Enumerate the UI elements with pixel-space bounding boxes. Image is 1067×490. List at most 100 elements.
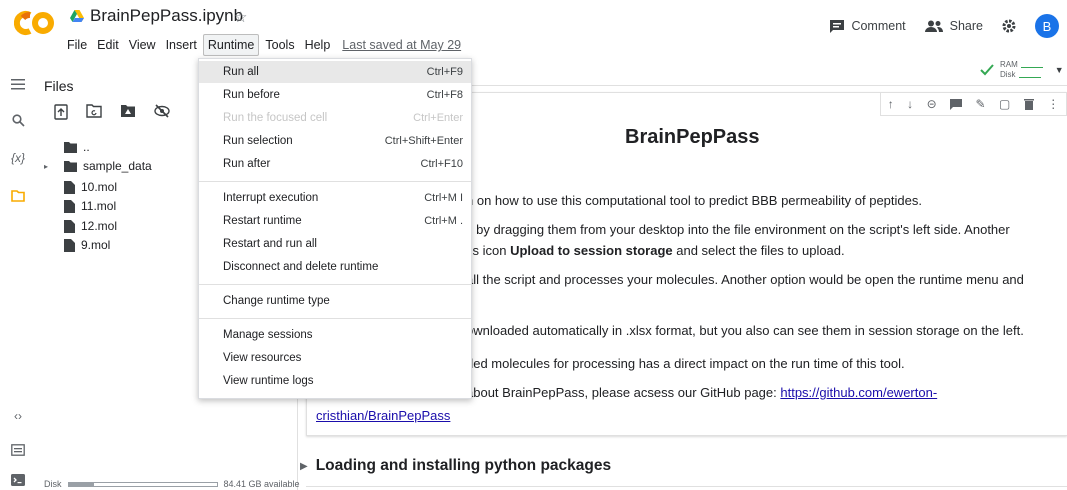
file-item-12mol[interactable]: 12.mol (64, 219, 117, 233)
drive-icon (70, 10, 84, 22)
refresh-folder-icon[interactable] (86, 104, 102, 120)
edit-icon[interactable]: ✎ (976, 97, 986, 111)
menu-shortcut: Ctrl+F10 (420, 158, 464, 170)
last-saved-link[interactable]: Last saved at May 29 (342, 38, 461, 52)
menu-insert[interactable]: Insert (162, 35, 201, 55)
mirror-cell-icon[interactable]: ▢ (999, 97, 1010, 111)
disk-label-top: Disk (1000, 70, 1016, 79)
check-icon (980, 64, 994, 76)
menu-tools[interactable]: Tools (261, 35, 298, 55)
comment-button[interactable]: Comment (829, 19, 906, 33)
people-icon (924, 20, 944, 32)
menu-help[interactable]: Help (301, 35, 335, 55)
avatar[interactable]: B (1035, 14, 1059, 38)
star-icon[interactable]: ☆ (234, 8, 247, 26)
hide-files-icon[interactable] (154, 104, 170, 120)
file-icon (64, 199, 75, 213)
folder-up-icon (64, 141, 77, 153)
menu-restart-runtime[interactable]: Restart runtime Ctrl+M . (199, 210, 471, 232)
share-button[interactable]: Share (924, 19, 983, 33)
instruction-line-6: ded molecules for processing has a direc… (466, 356, 905, 371)
file-item-parent[interactable]: .. (64, 140, 90, 154)
menu-label: View runtime logs (223, 375, 314, 387)
dropdown-arrow-icon[interactable]: ▼ (1055, 65, 1064, 75)
move-down-icon[interactable]: ↓ (907, 97, 913, 111)
menu-runtime[interactable]: Runtime (202, 34, 260, 56)
disk-usage-fill (68, 482, 94, 486)
notebook-title-text: BrainPepPass.ipynb (90, 6, 244, 25)
menu-manage-sessions[interactable]: Manage sessions (199, 324, 471, 346)
file-item-11mol[interactable]: 11.mol (64, 199, 116, 213)
chevron-right-icon[interactable]: ▸ (44, 162, 58, 171)
menu-disconnect-delete-runtime[interactable]: Disconnect and delete runtime (199, 256, 471, 278)
menu-label: View resources (223, 352, 302, 364)
menu-label: Restart and run all (223, 238, 317, 250)
instruction-line-2: s by dragging them from your desktop int… (466, 222, 1010, 237)
colab-logo[interactable] (14, 8, 56, 38)
terminal-icon[interactable] (8, 470, 28, 490)
menu-view[interactable]: View (125, 35, 160, 55)
menu-label: Run before (223, 89, 280, 101)
section-heading-loading[interactable]: ▶ Loading and installing python packages (300, 457, 611, 475)
file-item-9mol[interactable]: 9.mol (64, 238, 110, 252)
disk-available: 84.41 GB available (223, 479, 300, 489)
menu-view-resources[interactable]: View resources (199, 347, 471, 369)
notebook-heading: BrainPepPass (625, 126, 760, 148)
file-item-label: 12.mol (81, 219, 118, 233)
line7-pre: about BrainPepPass, please acsess our Gi… (466, 385, 781, 400)
menu-run-focused-cell[interactable]: Run the focused cell Ctrl+Enter (199, 107, 471, 129)
menu-label: Run all (223, 66, 259, 78)
file-item-sample-data[interactable]: ▸ sample_data (44, 159, 152, 173)
code-snippets-icon[interactable]: ‹› (8, 406, 28, 426)
link-icon[interactable]: ⊝ (927, 97, 937, 111)
menubar: File Edit View Insert Runtime Tools Help… (63, 34, 461, 56)
disk-usage: Disk 84.41 GB available (44, 479, 300, 489)
menu-file[interactable]: File (63, 35, 91, 55)
instruction-line-5: ownloaded automatically in .xlsx format,… (466, 323, 1024, 338)
file-item-10mol[interactable]: 10.mol (64, 180, 117, 194)
comment-cell-icon[interactable] (950, 98, 963, 110)
menu-label: Interrupt execution (223, 192, 319, 204)
upload-icon[interactable] (54, 104, 68, 120)
notebook-title[interactable]: BrainPepPass.ipynb (70, 6, 243, 26)
menu-separator (199, 181, 471, 182)
menu-interrupt-execution[interactable]: Interrupt execution Ctrl+M I (199, 187, 471, 209)
file-icon (64, 219, 75, 233)
menu-edit[interactable]: Edit (93, 35, 123, 55)
file-item-label: 11.mol (81, 199, 117, 213)
variables-icon[interactable]: {x} (8, 148, 28, 168)
menu-run-all[interactable]: Run all Ctrl+F9 (199, 61, 471, 83)
resources-indicator[interactable]: RAM Disk ▼ ︿ (980, 60, 1067, 80)
line3-post: and select the files to upload. (672, 243, 845, 258)
menu-view-runtime-logs[interactable]: View runtime logs (199, 370, 471, 392)
menu-restart-and-run-all[interactable]: Restart and run all (199, 233, 471, 255)
menu-run-after[interactable]: Run after Ctrl+F10 (199, 153, 471, 175)
mount-drive-icon[interactable] (120, 104, 136, 120)
menu-separator (199, 318, 471, 319)
menu-shortcut: Ctrl+F9 (426, 66, 463, 78)
search-icon[interactable] (8, 110, 28, 130)
github-link[interactable]: https://github.com/ewerton- (780, 385, 937, 400)
delete-icon[interactable] (1023, 98, 1034, 110)
move-up-icon[interactable]: ↑ (888, 97, 894, 111)
menu-change-runtime-type[interactable]: Change runtime type (199, 290, 471, 312)
menu-label: Restart runtime (223, 215, 302, 227)
instruction-line-8: cristhian/BrainPepPass (316, 408, 450, 423)
more-options-icon[interactable]: ⋮ (1047, 97, 1059, 111)
share-label: Share (949, 19, 983, 33)
command-palette-icon[interactable] (8, 440, 28, 460)
table-of-contents-icon[interactable] (8, 74, 28, 94)
chevron-right-icon[interactable]: ▶ (300, 461, 308, 472)
ram-bar (1020, 63, 1043, 68)
menu-run-selection[interactable]: Run selection Ctrl+Shift+Enter (199, 130, 471, 152)
menu-shortcut: Ctrl+F8 (426, 89, 463, 101)
github-link-cont[interactable]: cristhian/BrainPepPass (316, 408, 450, 423)
settings-button[interactable] (1001, 18, 1017, 34)
file-item-label: 10.mol (81, 180, 118, 194)
menu-run-before[interactable]: Run before Ctrl+F8 (199, 84, 471, 106)
menu-shortcut: Ctrl+M . (424, 215, 463, 227)
left-rail: {x} ‹› (0, 58, 36, 490)
menu-shortcut: Ctrl+Enter (413, 112, 463, 124)
folder-icon[interactable] (8, 186, 28, 206)
file-icon (64, 180, 75, 194)
